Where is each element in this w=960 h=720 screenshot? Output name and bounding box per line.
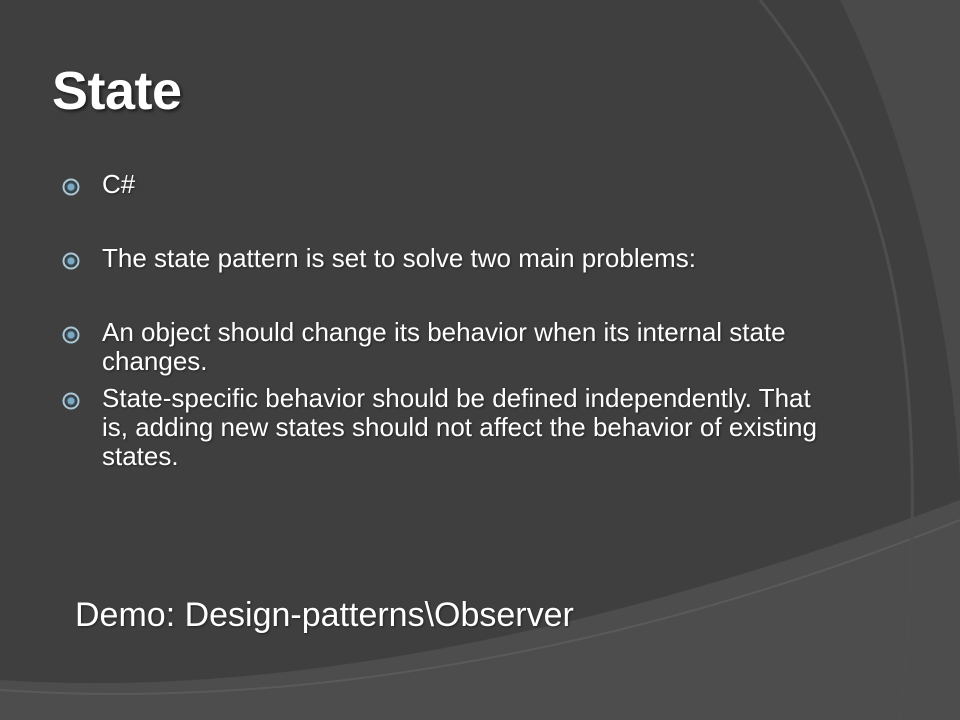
circled-dot-icon: [62, 178, 80, 196]
bullet-text: C#: [102, 169, 136, 199]
bullet-text: The state pattern is set to solve two ma…: [102, 243, 696, 273]
circled-dot-icon: [62, 392, 80, 410]
demo-path-text: Demo: Design-patterns\Observer: [75, 596, 574, 634]
bullet-text: State-specific behavior should be define…: [102, 383, 817, 471]
circled-dot-icon: [62, 326, 80, 344]
slide-title: State: [52, 61, 182, 121]
slide: State C# The state pattern is set to sol…: [0, 0, 960, 720]
circled-dot-icon: [62, 252, 80, 270]
bullet-text: An object should change its behavior whe…: [102, 317, 786, 376]
